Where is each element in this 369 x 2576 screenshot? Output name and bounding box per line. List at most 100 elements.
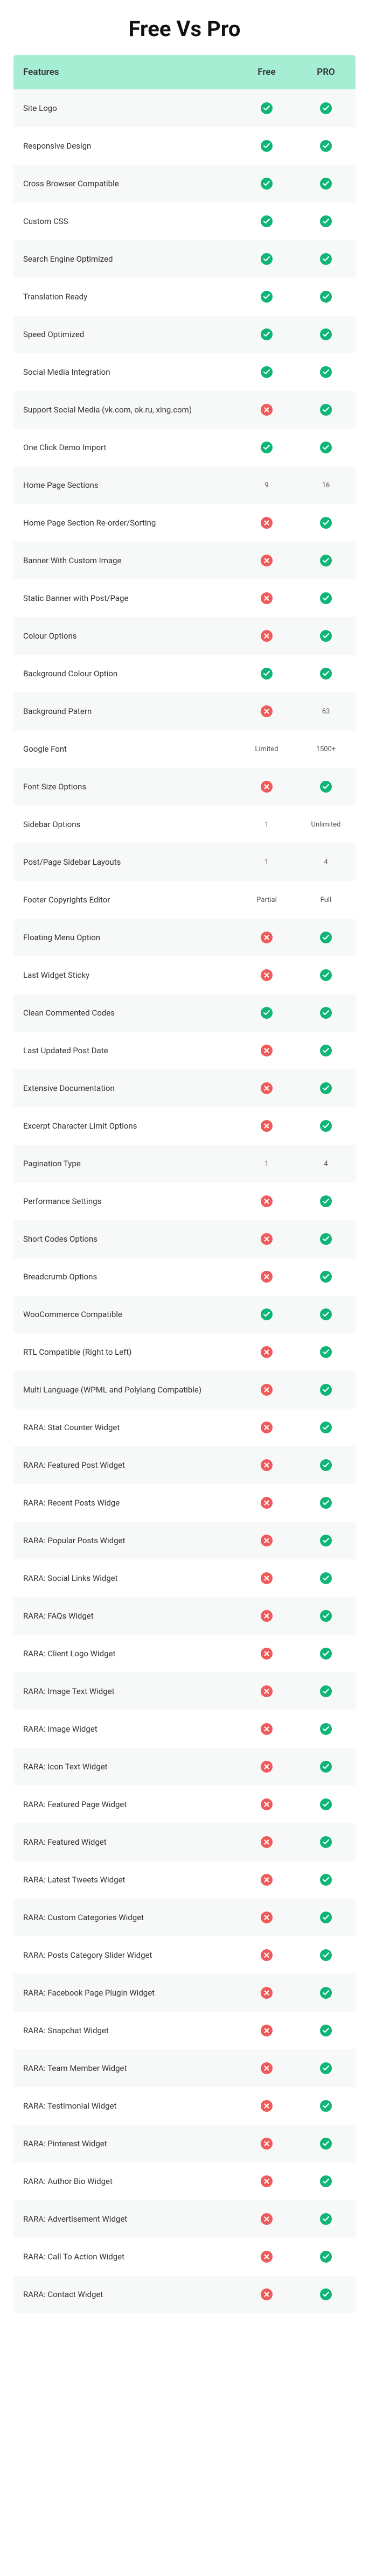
cross-icon (261, 2213, 273, 2225)
feature-name: Support Social Media (vk.com, ok.ru, xin… (13, 404, 237, 416)
cross-icon (261, 1685, 273, 1697)
pro-value (296, 1836, 356, 1848)
check-icon (320, 328, 332, 340)
check-icon (261, 215, 273, 227)
check-icon (320, 178, 332, 190)
check-icon (320, 1082, 332, 1094)
feature-name: Font Size Options (13, 781, 237, 793)
pro-value (296, 1308, 356, 1320)
check-icon (320, 2288, 332, 2300)
feature-name: RARA: Custom Categories Widget (13, 1912, 237, 1923)
feature-name: RARA: FAQs Widget (13, 1611, 237, 1622)
cross-icon (261, 932, 273, 943)
free-text-value: 1 (264, 821, 268, 829)
free-value (237, 1648, 296, 1660)
free-value (237, 253, 296, 265)
free-value (237, 215, 296, 227)
table-row: RARA: Contact Widget (13, 2276, 356, 2313)
feature-name: Extensive Documentation (13, 1083, 237, 1094)
check-icon (320, 366, 332, 378)
check-icon (320, 215, 332, 227)
feature-name: RARA: Author Bio Widget (13, 2176, 237, 2187)
free-value (237, 969, 296, 981)
table-row: RARA: Snapchat Widget (13, 2012, 356, 2049)
pro-value (296, 1045, 356, 1056)
table-row: RARA: Stat Counter Widget (13, 1409, 356, 1446)
check-icon (320, 1271, 332, 1283)
check-icon (320, 1685, 332, 1697)
feature-name: Footer Copyrights Editor (13, 894, 237, 906)
free-value: Limited (237, 745, 296, 753)
pro-value (296, 1346, 356, 1358)
pro-value (296, 1271, 356, 1283)
free-value (237, 705, 296, 717)
free-value (237, 1535, 296, 1546)
pro-value (296, 781, 356, 793)
cross-icon (261, 1120, 273, 1132)
check-icon (320, 1723, 332, 1735)
feature-name: RARA: Team Member Widget (13, 2063, 237, 2074)
free-value (237, 2251, 296, 2263)
free-value (237, 1836, 296, 1848)
check-icon (320, 1384, 332, 1396)
cross-icon (261, 630, 273, 642)
pro-value (296, 1007, 356, 1019)
pro-value (296, 2213, 356, 2225)
feature-name: Cross Browser Compatible (13, 178, 237, 190)
feature-name: Responsive Design (13, 141, 237, 152)
free-value (237, 2025, 296, 2036)
cross-icon (261, 1836, 273, 1848)
pro-value (296, 2062, 356, 2074)
feature-name: RARA: Featured Post Widget (13, 1460, 237, 1471)
feature-name: Search Engine Optimized (13, 254, 237, 265)
free-value (237, 1572, 296, 1584)
pro-value: 4 (296, 858, 356, 866)
feature-name: Pagination Type (13, 1158, 237, 1170)
cross-icon (261, 592, 273, 604)
check-icon (261, 291, 273, 303)
cross-icon (261, 705, 273, 717)
pro-value (296, 178, 356, 190)
free-value (237, 366, 296, 378)
check-icon (320, 291, 332, 303)
feature-name: RARA: Featured Widget (13, 1837, 237, 1848)
pro-value (296, 1459, 356, 1471)
cross-icon (261, 1610, 273, 1622)
table-row: Extensive Documentation (13, 1069, 356, 1107)
free-value (237, 1422, 296, 1433)
check-icon (320, 1233, 332, 1245)
check-icon (320, 2138, 332, 2150)
table-row: Font Size Options (13, 768, 356, 806)
pro-value: 1500+ (296, 745, 356, 753)
pro-value (296, 1233, 356, 1245)
pro-value (296, 366, 356, 378)
free-value: Partial (237, 896, 296, 904)
cross-icon (261, 2138, 273, 2150)
free-value (237, 1497, 296, 1509)
check-icon (320, 1459, 332, 1471)
check-icon (320, 1045, 332, 1056)
pro-value (296, 2288, 356, 2300)
table-row: Pagination Type14 (13, 1145, 356, 1182)
cross-icon (261, 1723, 273, 1735)
feature-name: Custom CSS (13, 216, 237, 227)
check-icon (320, 1497, 332, 1509)
free-value (237, 140, 296, 152)
feature-name: Banner With Custom Image (13, 555, 237, 566)
table-row: Colour Options (13, 617, 356, 655)
table-row: Post/Page Sidebar Layouts14 (13, 843, 356, 881)
table-row: Cross Browser Compatible (13, 165, 356, 202)
table-row: Last Widget Sticky (13, 956, 356, 994)
table-row: Translation Ready (13, 278, 356, 316)
pro-text-value: 63 (322, 708, 330, 716)
table-row: RARA: Author Bio Widget (13, 2162, 356, 2200)
check-icon (320, 1535, 332, 1546)
table-row: Home Page Sections916 (13, 466, 356, 504)
cross-icon (261, 1459, 273, 1471)
feature-name: Google Font (13, 744, 237, 755)
feature-name: Clean Commented Codes (13, 1007, 237, 1019)
pro-value (296, 668, 356, 680)
feature-name: RARA: Recent Posts Widge (13, 1497, 237, 1509)
table-row: RARA: Featured Widget (13, 1823, 356, 1861)
pro-value (296, 1384, 356, 1396)
